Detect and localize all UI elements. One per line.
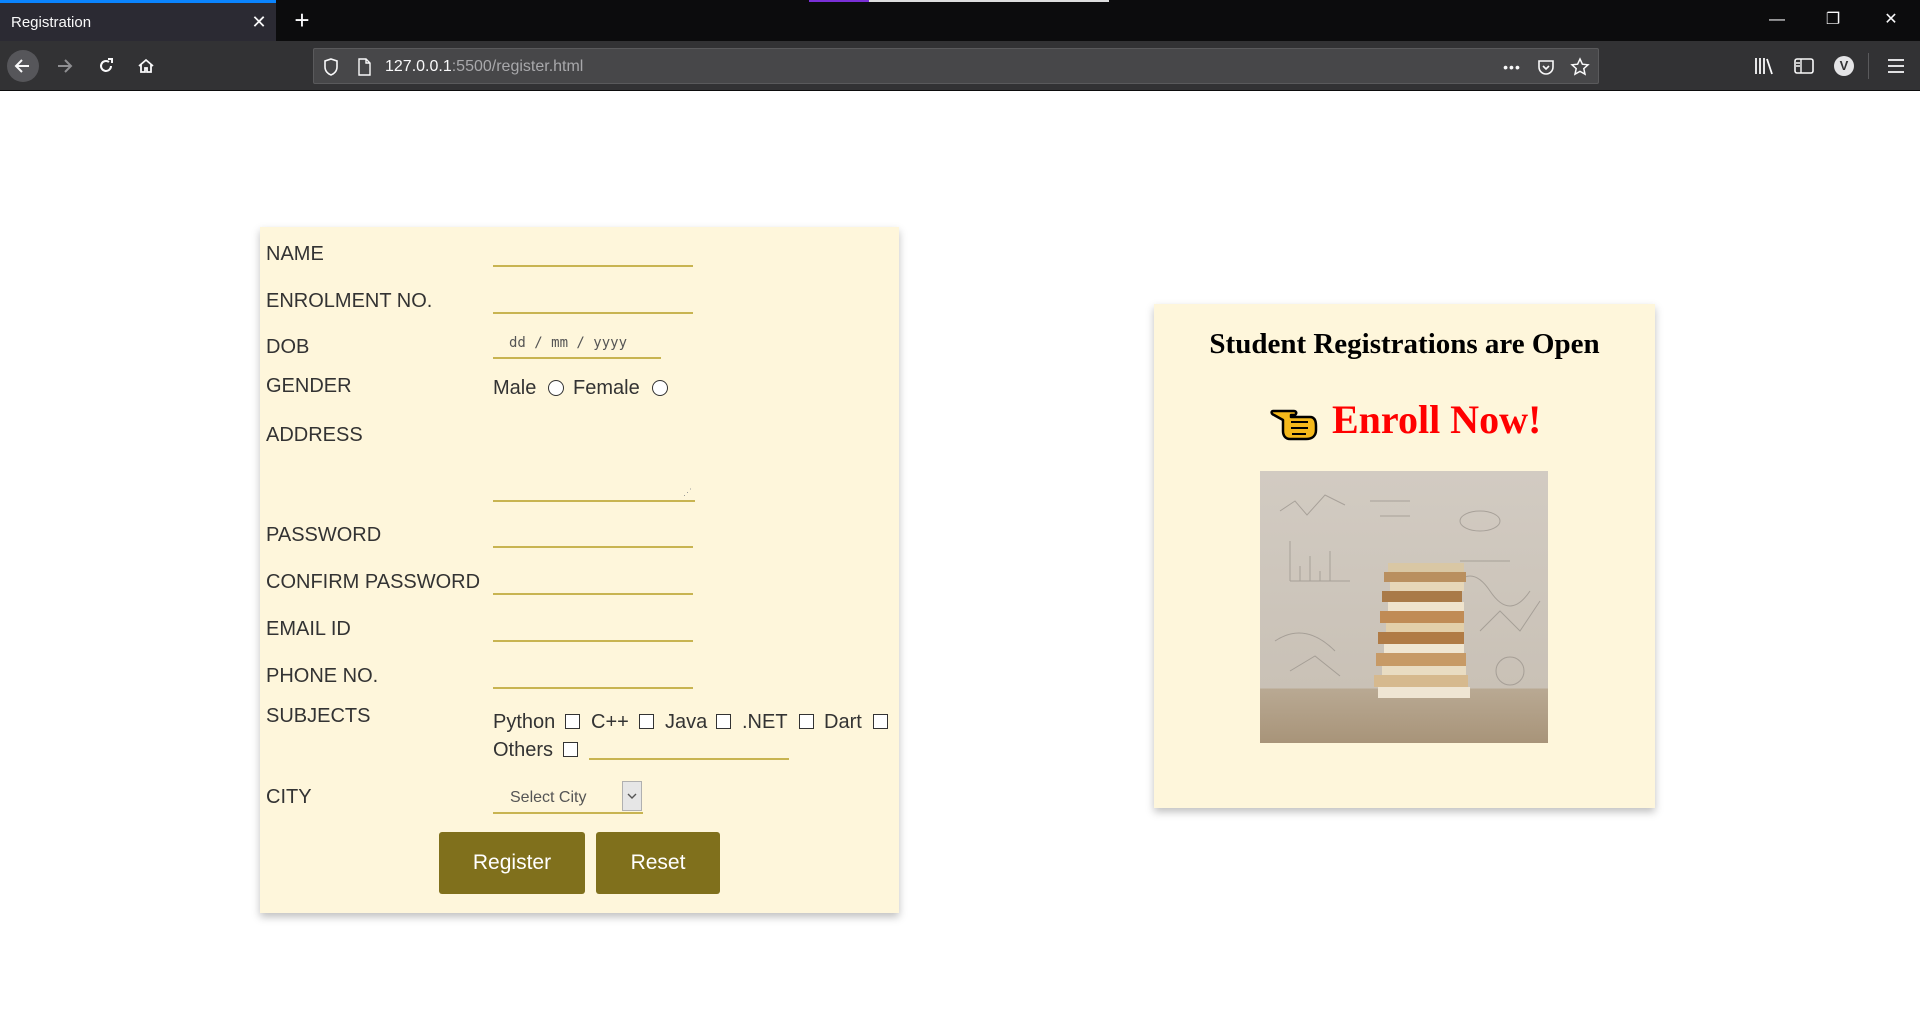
minimize-icon[interactable]: — bbox=[1762, 8, 1792, 32]
navigation-toolbar: 127.0.0.1:5500/register.html ••• V bbox=[0, 41, 1920, 91]
page-content: NAME ENROLMENT NO. DOB dd / mm / yyyy GE… bbox=[0, 92, 1920, 1030]
close-window-icon[interactable]: ✕ bbox=[1876, 8, 1906, 32]
subject-cpp-label: C++ bbox=[591, 711, 629, 733]
url-path: :5500/register.html bbox=[451, 58, 584, 75]
back-arrow-icon[interactable] bbox=[7, 50, 39, 82]
profile-avatar[interactable]: V bbox=[1832, 54, 1856, 78]
restore-icon[interactable]: ❐ bbox=[1818, 8, 1848, 32]
promo-title: Student Registrations are Open bbox=[1209, 328, 1600, 360]
home-icon[interactable] bbox=[130, 50, 162, 82]
reset-button[interactable]: Reset bbox=[596, 832, 720, 894]
password-input[interactable] bbox=[493, 520, 693, 548]
name-label: NAME bbox=[266, 243, 324, 265]
profile-initial: V bbox=[1834, 56, 1854, 76]
library-icon[interactable] bbox=[1752, 54, 1776, 78]
confirm-password-label: CONFIRM PASSWORD bbox=[266, 571, 481, 593]
address-label: ADDRESS bbox=[266, 424, 363, 446]
menu-icon[interactable] bbox=[1884, 54, 1908, 78]
subjects-label: SUBJECTS bbox=[266, 705, 371, 727]
dob-input[interactable]: dd / mm / yyyy bbox=[493, 329, 661, 359]
address-textarea[interactable]: ⋰ bbox=[493, 460, 695, 502]
subject-dotnet-label: .NET bbox=[742, 711, 788, 733]
subject-dart-label: Dart bbox=[824, 711, 862, 733]
city-label: CITY bbox=[266, 786, 312, 808]
more-actions-icon[interactable]: ••• bbox=[1502, 57, 1522, 77]
email-label: EMAIL ID bbox=[266, 618, 351, 640]
subject-python-label: Python bbox=[493, 711, 556, 733]
gender-female-radio[interactable] bbox=[652, 380, 668, 396]
page-icon[interactable] bbox=[354, 57, 374, 77]
gender-female-label: Female bbox=[573, 377, 640, 399]
url-text[interactable]: 127.0.0.1:5500/register.html bbox=[385, 58, 583, 76]
password-label: PASSWORD bbox=[266, 524, 382, 546]
registration-promo-card: Student Registrations are Open Enroll No… bbox=[1154, 304, 1655, 808]
confirm-password-input[interactable] bbox=[493, 567, 693, 595]
gender-male-label: Male bbox=[493, 377, 537, 399]
subject-others-checkbox[interactable] bbox=[563, 742, 578, 757]
tab-accent-bar bbox=[809, 0, 1109, 2]
gender-male-radio[interactable] bbox=[548, 380, 564, 396]
resize-grip-icon[interactable]: ⋰ bbox=[683, 487, 693, 497]
bookmark-star-icon[interactable] bbox=[1570, 57, 1590, 77]
stacked-books-image bbox=[1260, 471, 1548, 743]
sidebar-icon[interactable] bbox=[1792, 54, 1816, 78]
subject-java-checkbox[interactable] bbox=[716, 714, 731, 729]
phone-input[interactable] bbox=[493, 661, 693, 689]
registration-form: NAME ENROLMENT NO. DOB dd / mm / yyyy GE… bbox=[260, 227, 899, 913]
shield-icon[interactable] bbox=[321, 57, 341, 77]
gender-label: GENDER bbox=[266, 375, 352, 397]
register-button[interactable]: Register bbox=[439, 832, 585, 894]
address-bar[interactable]: 127.0.0.1:5500/register.html ••• bbox=[313, 48, 1599, 84]
subject-dotnet-checkbox[interactable] bbox=[799, 714, 814, 729]
forward-arrow-icon[interactable] bbox=[48, 50, 80, 82]
name-input[interactable] bbox=[493, 239, 693, 267]
subject-python-checkbox[interactable] bbox=[565, 714, 580, 729]
reload-icon[interactable] bbox=[90, 50, 122, 82]
pointing-hand-icon bbox=[1270, 409, 1318, 441]
subject-java-label: Java bbox=[665, 711, 708, 733]
tab-bar: Registration ✕ + — ❐ ✕ bbox=[0, 0, 1920, 41]
browser-tab[interactable]: Registration ✕ bbox=[0, 0, 276, 41]
new-tab-icon[interactable]: + bbox=[289, 7, 315, 33]
pocket-icon[interactable] bbox=[1536, 57, 1556, 77]
enrolment-input[interactable] bbox=[493, 286, 693, 314]
tab-close-icon[interactable]: ✕ bbox=[250, 13, 268, 31]
subject-dart-checkbox[interactable] bbox=[873, 714, 888, 729]
toolbar-separator bbox=[1868, 53, 1869, 79]
email-input[interactable] bbox=[493, 614, 693, 642]
city-select[interactable]: Select City bbox=[493, 780, 643, 814]
dob-label: DOB bbox=[266, 336, 310, 358]
subject-cpp-checkbox[interactable] bbox=[639, 714, 654, 729]
city-select-value: Select City bbox=[510, 789, 587, 806]
chevron-down-icon[interactable] bbox=[622, 781, 642, 811]
subject-others-label: Others bbox=[493, 739, 554, 761]
url-host: 127.0.0.1 bbox=[385, 58, 452, 75]
enrolment-label: ENROLMENT NO. bbox=[266, 290, 433, 312]
phone-label: PHONE NO. bbox=[266, 665, 379, 687]
tab-title: Registration bbox=[11, 14, 92, 31]
subject-others-input[interactable] bbox=[589, 732, 789, 760]
enroll-now-heading[interactable]: Enroll Now! bbox=[1332, 396, 1541, 443]
